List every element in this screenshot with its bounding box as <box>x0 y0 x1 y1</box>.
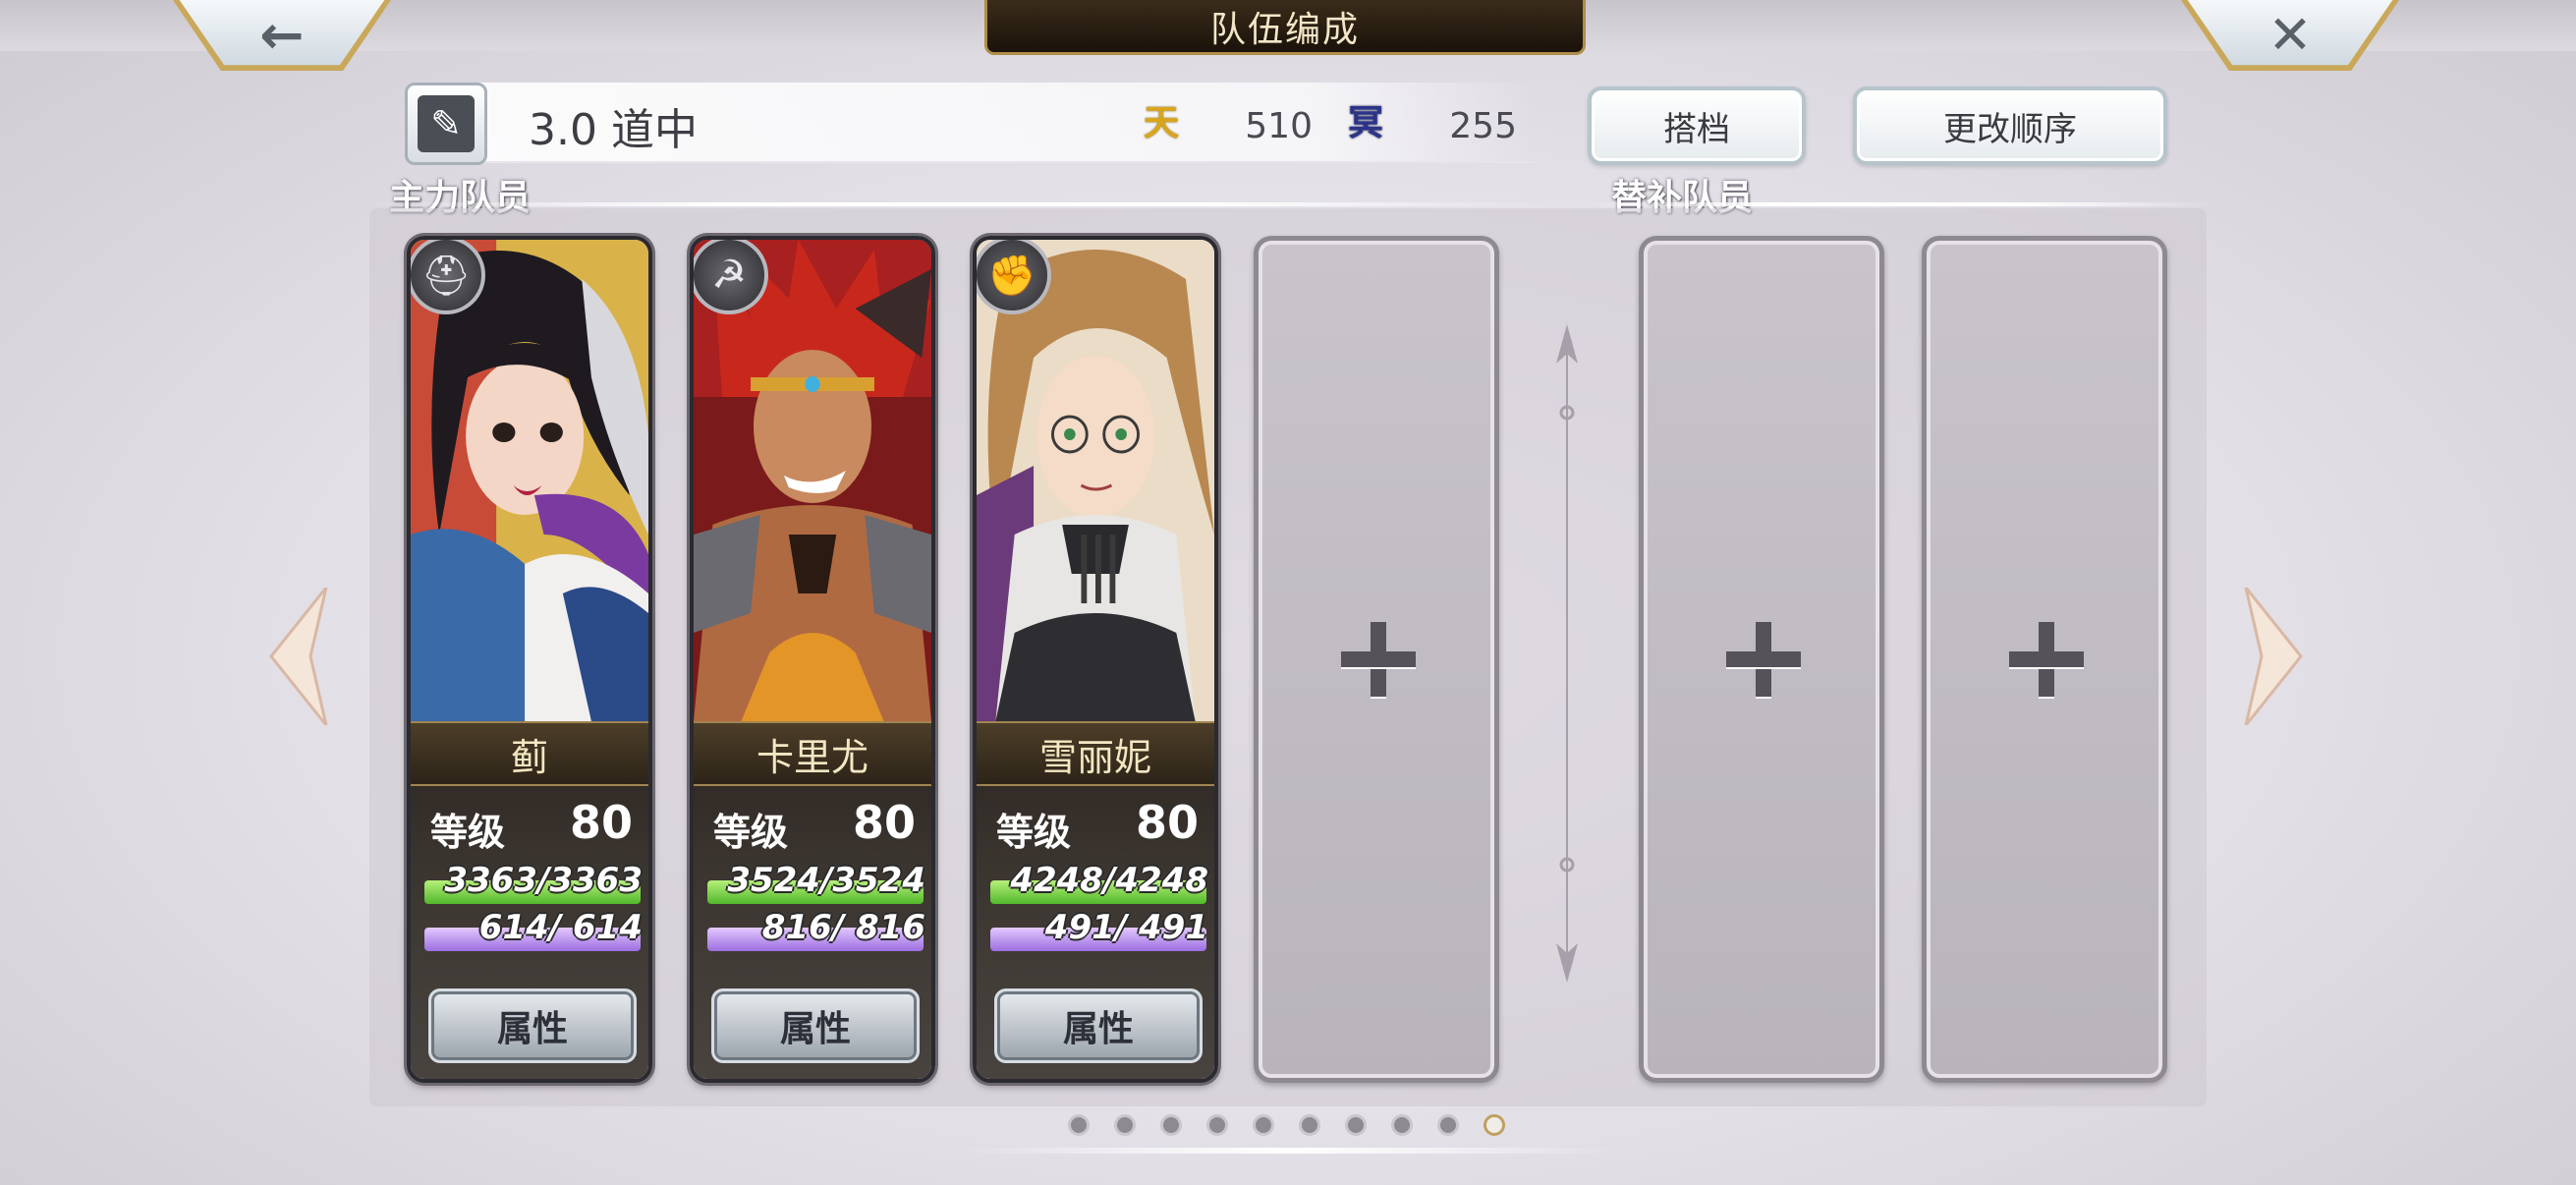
partner-button[interactable]: 搭档 <box>1588 86 1806 165</box>
page-dot[interactable] <box>1068 1114 1090 1136</box>
page-title: 队伍编成 <box>984 0 1586 55</box>
level-value: 80 <box>1135 796 1199 849</box>
member-info: 卡里尤 等级 80 3524/3524 816/ 816 属性 <box>694 721 931 1079</box>
plus-icon <box>1726 622 1801 697</box>
heaven-resource-icon: 天 <box>1143 103 1179 143</box>
page-dot[interactable] <box>1206 1114 1228 1136</box>
level-value: 80 <box>852 796 916 849</box>
attributes-button[interactable]: 属性 <box>994 988 1203 1063</box>
panel-top-line-sub <box>1582 202 2211 206</box>
member-name: 雪丽妮 <box>977 721 1214 786</box>
divider-top-ornament <box>1556 324 1578 421</box>
panel-top-line <box>369 202 1548 206</box>
fist-icon: ✊ <box>977 240 1051 314</box>
level-label: 等级 <box>430 811 506 854</box>
team-name: 3.0 道中 <box>529 105 698 155</box>
heaven-resource-value: 510 <box>1245 106 1313 146</box>
mp-value: 816/ 816 <box>761 908 925 947</box>
member-card[interactable]: ✊ 雪丽妮 等级 80 4248/4248 491/ 491 属性 <box>973 236 1218 1083</box>
level-label: 等级 <box>996 811 1072 854</box>
page-dot[interactable] <box>1299 1114 1320 1136</box>
edit-team-name-button[interactable]: ✎ <box>405 83 487 165</box>
member-info: 雪丽妮 等级 80 4248/4248 491/ 491 属性 <box>977 721 1214 1079</box>
hp-value: 4248/4248 <box>1010 861 1208 900</box>
arrow-left-icon: ← <box>259 4 305 66</box>
hp-value: 3363/3363 <box>444 861 643 900</box>
dark-resource-icon: 冥 <box>1347 103 1383 143</box>
hp-value: 3524/3524 <box>727 861 925 900</box>
page-dot[interactable] <box>1114 1114 1136 1136</box>
member-info: 蓟 等级 80 3363/3363 614/ 614 属性 <box>411 721 648 1079</box>
level-label: 等级 <box>713 811 789 854</box>
empty-substitute-slot[interactable] <box>1639 236 1884 1083</box>
level-value: 80 <box>569 796 633 849</box>
plus-icon <box>1341 622 1416 697</box>
empty-substitute-slot[interactable] <box>1922 236 2167 1083</box>
page-dot[interactable] <box>1253 1114 1274 1136</box>
member-name: 卡里尤 <box>694 721 931 786</box>
helmet-icon: ⛑ <box>411 240 485 314</box>
reorder-button[interactable]: 更改顺序 <box>1853 86 2167 165</box>
mp-value: 491/ 491 <box>1044 908 1208 947</box>
member-card[interactable]: ☭ 卡里尤 等级 80 3524/3524 816/ 816 属性 <box>690 236 935 1083</box>
member-name: 蓟 <box>411 721 648 786</box>
page-dot[interactable] <box>1345 1114 1367 1136</box>
attributes-button[interactable]: 属性 <box>711 988 920 1063</box>
scythe-icon: ☭ <box>694 240 768 314</box>
page-dot-active[interactable] <box>1484 1114 1505 1136</box>
next-page-arrow[interactable] <box>2242 588 2305 725</box>
attributes-button[interactable]: 属性 <box>428 988 637 1063</box>
page-dot[interactable] <box>1391 1114 1413 1136</box>
dark-resource-value: 255 <box>1449 106 1517 146</box>
close-icon: ✕ <box>2268 4 2313 66</box>
mp-value: 614/ 614 <box>478 908 643 947</box>
empty-member-slot[interactable] <box>1254 236 1499 1083</box>
bottom-decoration-line <box>959 1148 1617 1154</box>
page-dot[interactable] <box>1437 1114 1459 1136</box>
plus-icon <box>2009 622 2084 697</box>
page-dot[interactable] <box>1160 1114 1182 1136</box>
previous-page-arrow[interactable] <box>267 588 330 725</box>
quill-pen-icon: ✎ <box>418 95 475 152</box>
member-card[interactable]: ⛑ 蓟 等级 80 3363/3363 614/ 614 属性 <box>407 236 652 1083</box>
divider-bottom-ornament <box>1556 857 1578 983</box>
